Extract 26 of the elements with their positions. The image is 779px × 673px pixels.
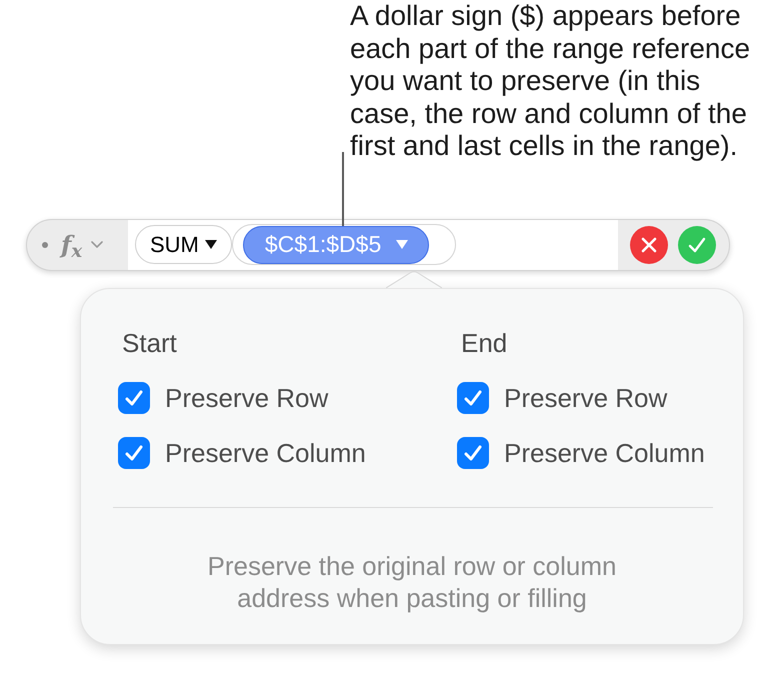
function-token[interactable]: SUM xyxy=(135,225,232,264)
caret-down-icon xyxy=(204,240,217,249)
caret-down-icon xyxy=(396,240,408,249)
chevron-down-icon xyxy=(91,241,104,248)
checkbox-label[interactable]: Preserve Row xyxy=(504,380,668,414)
checkbox-label[interactable]: Preserve Row xyxy=(165,380,328,414)
checkmark-icon xyxy=(688,236,706,252)
dot-icon xyxy=(42,242,48,248)
checkmark-icon xyxy=(464,390,482,406)
close-icon xyxy=(641,236,657,252)
checkbox[interactable] xyxy=(118,436,150,468)
checkbox[interactable] xyxy=(457,436,489,468)
checkmark-icon xyxy=(125,444,143,460)
checkmark-icon xyxy=(125,390,143,406)
section-heading: Start xyxy=(122,326,177,358)
cancel-button[interactable] xyxy=(630,226,668,264)
formula-input-field[interactable]: SUM $C$1:$D$5 xyxy=(128,220,618,270)
checkbox[interactable] xyxy=(457,382,489,414)
checkmark-icon xyxy=(464,444,482,460)
checkbox[interactable] xyxy=(118,382,150,414)
checkbox-label[interactable]: Preserve Column xyxy=(165,436,366,470)
checkbox-label[interactable]: Preserve Column xyxy=(504,436,705,470)
callout-text: A dollar sign ($) appears before each part of the range reference you want to preserve (in this case, the row and column of the first and last cells in the range). xyxy=(350,0,752,162)
confirm-button[interactable] xyxy=(678,226,716,264)
footer-hint-text: Preserve the original row or column address when pasting or filling xyxy=(208,550,616,614)
section-heading: End xyxy=(461,326,508,358)
